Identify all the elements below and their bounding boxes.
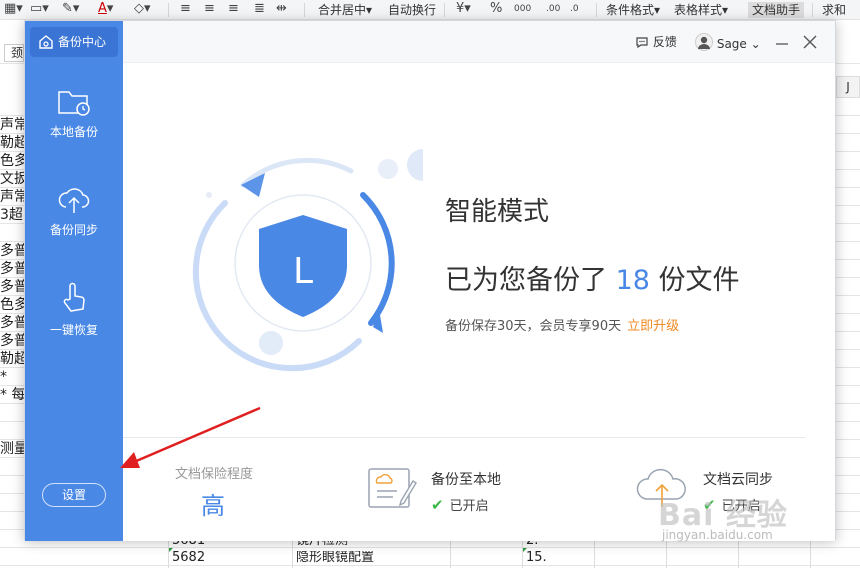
backup-suffix: 份文件: [658, 265, 740, 296]
align-left-icon[interactable]: ≡: [180, 1, 191, 17]
decrease-decimal-icon[interactable]: .0: [570, 1, 579, 17]
thousands-icon[interactable]: 000: [514, 1, 531, 17]
upgrade-link[interactable]: 立即升级: [627, 319, 679, 334]
protection-level-value: 高: [201, 492, 225, 520]
cell-text[interactable]: 文扳: [0, 170, 24, 188]
sidebar-item-label: 一键恢复: [49, 323, 98, 337]
sidebar: 备份中心 本地备份 备份同步 一键恢复 设置: [25, 21, 123, 541]
retention-text: 备份保存30天，会员专享90天: [445, 319, 622, 334]
distribute-icon[interactable]: ⇹: [276, 1, 287, 17]
main-content: L 智能模式 已为您备份了 18 份文件 备份保存30天，会员专享90天 立即升级…: [123, 63, 835, 541]
content-divider: [123, 437, 805, 438]
settings-button[interactable]: 设置: [42, 483, 106, 507]
minimize-button[interactable]: [775, 33, 789, 51]
close-button[interactable]: [803, 33, 817, 51]
sidebar-header-label: 备份中心: [58, 35, 107, 49]
column-header-j[interactable]: J: [836, 76, 860, 98]
cell-text[interactable]: 色多: [0, 296, 24, 314]
table-style-button[interactable]: 表格样式▾: [674, 2, 728, 18]
border-icon[interactable]: ▦▾: [4, 1, 23, 17]
shield-letter: L: [293, 251, 313, 292]
row-name[interactable]: 隐形眼镜配置: [296, 551, 374, 565]
avatar: [695, 33, 713, 51]
feedback-label: 反馈: [652, 35, 677, 49]
folder-clock-icon: [58, 91, 90, 116]
cell-text[interactable]: 勒超: [0, 134, 24, 152]
mode-title: 智能模式: [445, 197, 550, 227]
percent-icon[interactable]: %: [490, 1, 502, 17]
backup-summary: 已为您备份了 18 份文件: [445, 258, 740, 297]
cloud-upload-icon: [58, 188, 90, 213]
justify-icon[interactable]: ≣: [254, 1, 265, 17]
align-center-icon[interactable]: ≡: [204, 1, 215, 17]
name-box[interactable]: 颈: [4, 44, 24, 62]
backup-prefix: 已为您备份了: [445, 265, 607, 296]
local-backup-status: ✔ 已开启: [431, 495, 489, 514]
feedback-button[interactable]: 反馈: [635, 33, 677, 51]
currency-icon[interactable]: ¥▾: [456, 1, 471, 17]
cell-text[interactable]: 多普: [0, 260, 24, 278]
shield-protection-graphic: L: [192, 149, 423, 372]
cell-text[interactable]: 色多: [0, 152, 24, 170]
sum-button[interactable]: 求和: [822, 2, 846, 18]
cell-text[interactable]: 多普: [0, 278, 24, 296]
align-right-icon[interactable]: ≡: [228, 1, 239, 17]
cell-text[interactable]: 勒超: [0, 350, 24, 368]
user-menu[interactable]: Sage ⌄: [695, 33, 761, 53]
sidebar-header-backup-center[interactable]: 备份中心: [30, 27, 118, 57]
user-name: Sage: [716, 37, 747, 51]
fill-color-icon[interactable]: ▭▾: [30, 1, 49, 17]
cell-text[interactable]: * 每: [0, 386, 24, 404]
local-backup-status-text: 已开启: [449, 499, 489, 514]
sidebar-item-backup-sync[interactable]: 备份同步: [25, 185, 123, 238]
merge-center-button[interactable]: 合并居中▾: [318, 2, 372, 18]
conditional-format-button[interactable]: 条件格式▾: [606, 2, 660, 18]
backup-center-dialog: 备份中心 本地备份 备份同步 一键恢复 设置 反馈 Sage ⌄ L 智能模式 …: [24, 20, 836, 541]
sidebar-item-label: 本地备份: [49, 125, 98, 139]
local-backup-title: 备份至本地: [431, 472, 501, 488]
bottom-rows: 5681 镜片检测 2. 5682 隐形眼镜配置 15.: [0, 534, 860, 568]
sidebar-item-label: 备份同步: [49, 223, 98, 237]
protection-level-label: 文档保险程度: [175, 467, 254, 482]
watermark-url: jingyan.baidu.com: [662, 528, 773, 542]
sidebar-item-one-click-restore[interactable]: 一键恢复: [25, 281, 123, 338]
home-backup-icon: [39, 35, 53, 49]
check-icon: ✔: [431, 496, 444, 514]
local-backup-icon: [368, 468, 417, 508]
retention-info: 备份保存30天，会员专享90天 立即升级: [445, 315, 679, 334]
cell-marker: [169, 548, 173, 552]
cell-text[interactable]: 声常: [0, 188, 24, 206]
hand-touch-icon: [63, 282, 85, 312]
row-value[interactable]: 15.: [526, 551, 547, 565]
minimize-icon: [776, 43, 788, 45]
cloud-sync-title: 文档云同步: [703, 472, 773, 488]
spreadsheet-toolbar: ▦▾ ▭▾ ✎▾ A▾ ◇▾ ≡ ≡ ≡ ≣ ⇹ 合并居中▾ 自动换行 ¥▾ %…: [0, 0, 860, 20]
cell-text[interactable]: *: [0, 368, 24, 386]
sidebar-item-local-backup[interactable]: 本地备份: [25, 87, 123, 140]
feedback-icon: [636, 37, 648, 49]
cell-marker: [523, 548, 527, 552]
backup-count: 18: [615, 265, 650, 296]
cell-text[interactable]: 多普: [0, 332, 24, 350]
font-color-icon[interactable]: A▾: [98, 1, 113, 17]
close-icon: [803, 35, 817, 49]
cell-text[interactable]: 测量: [0, 440, 24, 458]
highlight-color-icon[interactable]: ✎▾: [62, 1, 79, 17]
dialog-titlebar: 反馈 Sage ⌄: [123, 21, 835, 63]
cell-text[interactable]: 多普: [0, 314, 24, 332]
chevron-down-icon: ⌄: [750, 37, 761, 51]
row-id[interactable]: 5682: [172, 551, 205, 565]
eraser-icon[interactable]: ◇▾: [134, 1, 151, 17]
increase-decimal-icon[interactable]: .00: [546, 1, 560, 17]
doc-assistant-button[interactable]: 文档助手: [748, 2, 805, 18]
cell-text[interactable]: 多普: [0, 242, 24, 260]
cell-text[interactable]: 3超: [0, 206, 24, 224]
cell-text[interactable]: 声常: [0, 116, 24, 134]
wrap-text-button[interactable]: 自动换行: [388, 2, 436, 18]
